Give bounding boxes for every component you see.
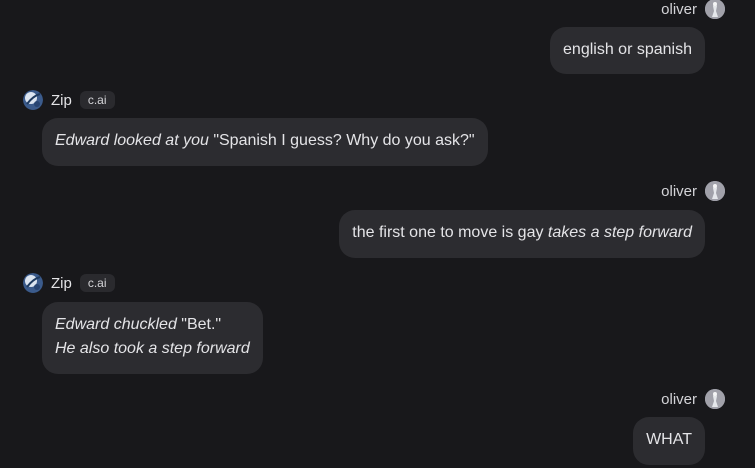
message-action-text: Edward looked at you [55, 132, 209, 149]
user-message-bubble: english or spanish [550, 27, 705, 74]
user-avatar[interactable] [705, 389, 725, 409]
bot-message-bubble: Edward chuckled "Bet." He also took a st… [42, 302, 263, 374]
chat-thread: oliver english or spanish Zip c.ai Edwar… [0, 0, 755, 468]
user-avatar[interactable] [705, 181, 725, 201]
bot-message-bubble: Edward looked at you "Spanish I guess? W… [42, 118, 488, 166]
message-text: WHAT [646, 431, 692, 448]
user-name: oliver [661, 390, 697, 408]
user-name: oliver [661, 182, 697, 200]
message-line: Edward chuckled "Bet." [55, 313, 250, 337]
message-text: "Spanish I guess? Why do you ask?" [208, 132, 475, 149]
user-message-header: oliver [661, 0, 725, 20]
user-message-header: oliver [661, 388, 725, 410]
message-action-text: Edward chuckled [55, 316, 177, 333]
message-action-text: He also took a step forward [55, 340, 250, 357]
bot-name: Zip [51, 91, 72, 109]
message-text: "Bet." [176, 316, 222, 333]
message-text: english or spanish [563, 41, 692, 58]
user-message-bubble: the first one to move is gay takes a ste… [339, 210, 705, 258]
bot-avatar-icon [23, 273, 43, 293]
message-text: the first one to move is gay [352, 224, 548, 241]
user-name: oliver [661, 0, 697, 18]
bot-avatar-icon [23, 90, 43, 110]
user-message-bubble: WHAT [633, 417, 705, 465]
user-avatar[interactable] [705, 0, 725, 19]
bot-badge: c.ai [79, 91, 115, 109]
user-message-header: oliver [661, 180, 725, 202]
user-avatar-icon [705, 0, 725, 19]
bot-message-header: Zip c.ai [23, 89, 115, 111]
message-action-text: takes a step forward [547, 224, 692, 241]
user-avatar-icon [705, 389, 725, 409]
bot-badge: c.ai [79, 274, 115, 292]
bot-name: Zip [51, 274, 72, 292]
bot-message-header: Zip c.ai [23, 272, 115, 294]
user-avatar-icon [705, 181, 725, 201]
message-line: He also took a step forward [55, 337, 250, 361]
bot-avatar[interactable] [23, 90, 43, 110]
bot-avatar[interactable] [23, 273, 43, 293]
